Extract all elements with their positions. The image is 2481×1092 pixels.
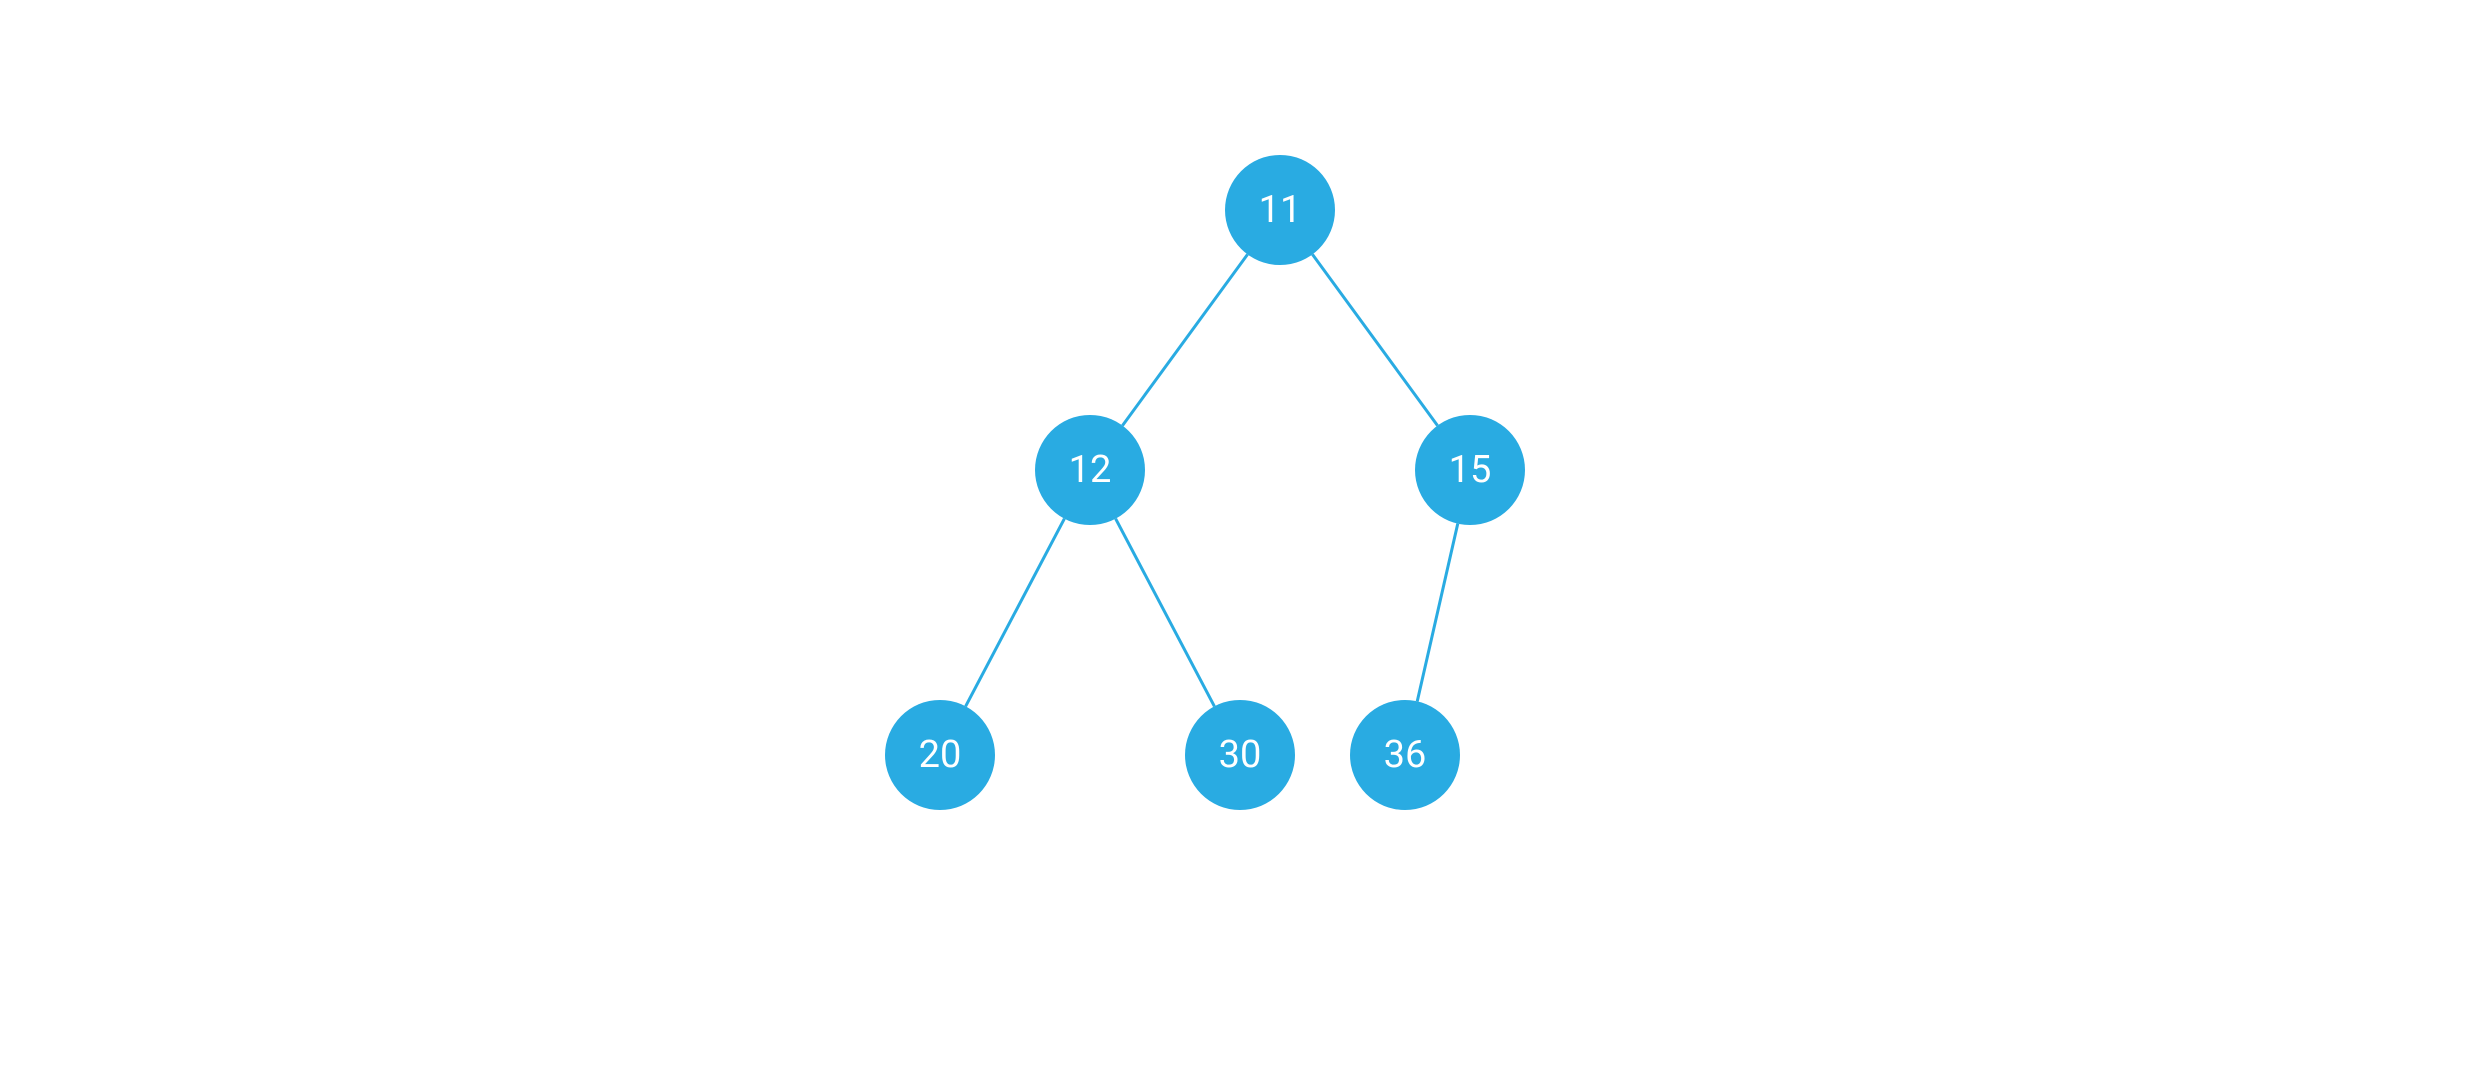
tree-node-n12: 12: [1035, 415, 1145, 525]
tree-node-root: 11: [1225, 155, 1335, 265]
tree-node-n36: 36: [1350, 700, 1460, 810]
tree-edge: [1417, 524, 1458, 702]
tree-node-n30: 30: [1185, 700, 1295, 810]
tree-edge: [1312, 254, 1437, 425]
tree-edge: [1116, 519, 1215, 707]
tree-edges: [0, 0, 2481, 1092]
tree-node-n15: 15: [1415, 415, 1525, 525]
tree-diagram: 11 12 15 20 30 36: [0, 0, 2481, 1092]
tree-edge: [1122, 254, 1247, 425]
tree-node-n20: 20: [885, 700, 995, 810]
tree-edge: [966, 519, 1065, 707]
